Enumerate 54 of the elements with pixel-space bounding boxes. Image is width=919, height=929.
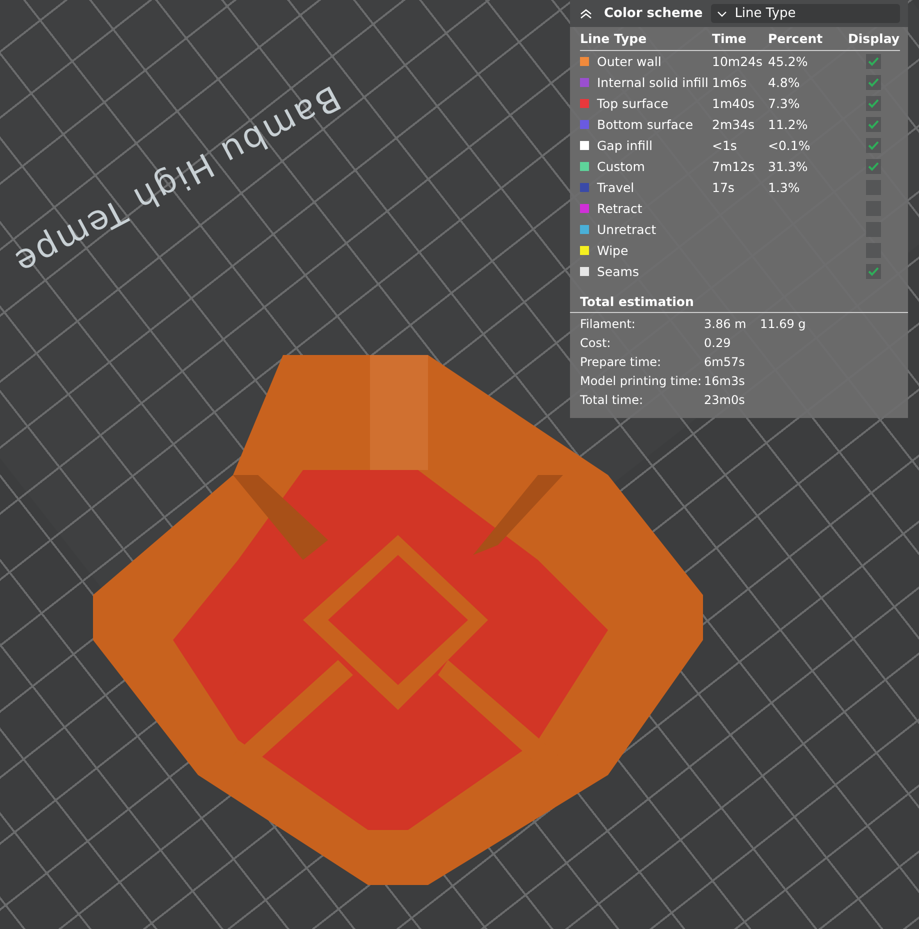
color-scheme-label: Color scheme (604, 6, 703, 21)
time-value: 1m40s (712, 95, 755, 113)
line-type-label: Outer wall (597, 53, 662, 71)
total-value: 3.86 m (704, 316, 748, 333)
percent-value: 7.3% (768, 95, 800, 113)
column-header: Line Type (580, 27, 712, 51)
total-label: Total time: (580, 392, 644, 409)
time-value: <1s (712, 137, 737, 155)
column-header: Percent (768, 27, 848, 51)
line-type-label: Bottom surface (597, 116, 694, 134)
column-header: Display (848, 27, 900, 51)
time-value: 10m24s (712, 53, 763, 71)
time-value: 2m34s (712, 116, 755, 134)
display-checkbox[interactable] (866, 54, 882, 69)
time-value: 17s (712, 179, 734, 197)
column-header: Time (712, 27, 768, 51)
total-value: 0.29 (704, 335, 732, 352)
total-label: Prepare time: (580, 354, 662, 371)
total-label: Model printing time: (580, 373, 703, 390)
time-value: 1m6s (712, 74, 747, 92)
display-checkbox[interactable] (866, 117, 882, 132)
percent-value: 1.3% (768, 179, 800, 197)
total-value: 16m3s (704, 373, 746, 390)
display-checkbox[interactable] (866, 138, 882, 153)
color-scheme-dropdown[interactable]: Line Type (710, 4, 900, 23)
percent-value: 4.8% (768, 74, 800, 92)
line-type-label: Top surface (597, 95, 668, 113)
display-checkbox[interactable] (866, 75, 882, 90)
percent-value: 31.3% (768, 158, 808, 176)
line-type-label: Retract (597, 200, 642, 218)
line-type-label: Unretract (597, 221, 656, 239)
line-type-label: Wipe (597, 242, 628, 260)
total-label: Filament: (580, 316, 636, 333)
line-type-label: Travel (597, 179, 634, 197)
collapse-icon[interactable] (580, 8, 592, 18)
percent-value: 45.2% (768, 53, 808, 71)
total-estimation-heading: Total estimation (570, 288, 908, 313)
total-label: Cost: (580, 335, 612, 352)
total-value: 6m57s (704, 354, 746, 371)
line-type-label: Seams (597, 263, 639, 281)
line-type-label: Internal solid infill (597, 74, 708, 92)
display-checkbox[interactable] (866, 264, 882, 279)
percent-value: 11.2% (768, 116, 808, 134)
display-checkbox[interactable] (866, 243, 882, 258)
percent-value: <0.1% (768, 137, 810, 155)
display-checkbox[interactable] (866, 96, 882, 111)
line-type-label: Custom (597, 158, 645, 176)
line-type-label: Gap infill (597, 137, 652, 155)
time-value: 7m12s (712, 158, 755, 176)
chevron-down-icon (716, 10, 727, 16)
total-extra-value: 11.69 g (760, 317, 806, 331)
total-value: 23m0s (704, 392, 746, 409)
display-checkbox[interactable] (866, 159, 882, 174)
display-checkbox[interactable] (866, 222, 882, 237)
